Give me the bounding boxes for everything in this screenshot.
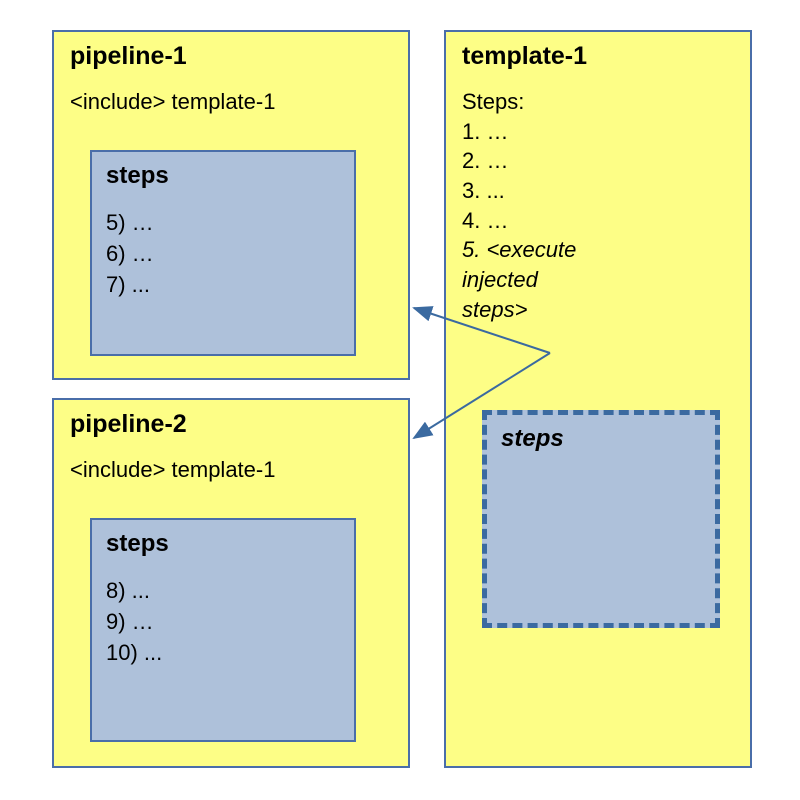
pipeline-1-steps-title: steps — [92, 152, 354, 194]
pipeline-1-title: pipeline-1 — [54, 32, 408, 75]
template-1-step-3: 3. ... — [462, 176, 734, 206]
pipeline-2-steps-title: steps — [92, 520, 354, 562]
template-1-step-4: 4. … — [462, 206, 734, 236]
template-1-body: Steps: 1. … 2. … 3. ... 4. … 5. <execute… — [446, 75, 750, 329]
pipeline-2-box: pipeline-2 <include> template-1 steps 8)… — [52, 398, 410, 768]
template-1-steps-placeholder: steps — [482, 410, 720, 628]
pipeline-1-box: pipeline-1 <include> template-1 steps 5)… — [52, 30, 410, 380]
pipeline-1-steps-list: 5) … 6) … 7) ... — [92, 194, 354, 308]
template-1-step-1: 1. … — [462, 117, 734, 147]
template-1-exec-step: 5. <execute injected steps> — [462, 235, 734, 324]
pipeline-2-steps-list: 8) ... 9) … 10) ... — [92, 562, 354, 676]
pipeline-2-steps-box: steps 8) ... 9) … 10) ... — [90, 518, 356, 742]
pipeline-1-steps-box: steps 5) … 6) … 7) ... — [90, 150, 356, 356]
template-1-steps-heading: Steps: — [462, 87, 734, 117]
pipeline-2-include: <include> template-1 — [54, 443, 408, 487]
template-1-box: template-1 Steps: 1. … 2. … 3. ... 4. … … — [444, 30, 752, 768]
template-1-placeholder-title: steps — [487, 415, 715, 457]
pipeline-1-include: <include> template-1 — [54, 75, 408, 119]
template-1-title: template-1 — [446, 32, 750, 75]
template-1-step-2: 2. … — [462, 146, 734, 176]
pipeline-2-title: pipeline-2 — [54, 400, 408, 443]
